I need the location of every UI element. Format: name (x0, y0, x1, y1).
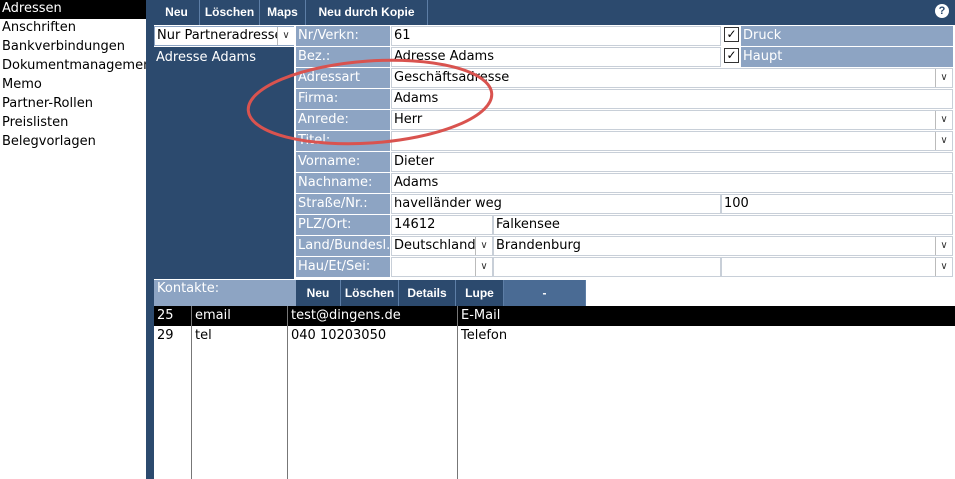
nav-item-dokumentmanagement[interactable]: Dokumentmanagement (0, 57, 156, 76)
chevron-down-icon[interactable]: ∨ (277, 27, 294, 45)
hau-et-sei-label: Hau/Et/Sei: (296, 257, 390, 277)
help-icon: ? (935, 4, 949, 18)
chevron-down-icon[interactable]: ∨ (935, 258, 952, 276)
contact-value: test@dingens.de (291, 308, 401, 323)
chevron-down-icon[interactable]: ∨ (475, 237, 492, 255)
contact-desc: E-Mail (461, 308, 501, 323)
haupt-label: Haupt (741, 47, 953, 67)
partner-filter-value: Nur Partneradresse (157, 28, 283, 43)
contacts-left-border (146, 280, 154, 479)
contact-type: email (195, 308, 231, 323)
loeschen-button[interactable]: Löschen (200, 0, 260, 25)
contact-id: 29 (157, 328, 174, 343)
contact-details-button[interactable]: Details (399, 280, 456, 306)
strasse-field[interactable]: havelländer weg (391, 194, 721, 214)
sei-select[interactable]: ∨ (721, 257, 953, 277)
list-item[interactable]: Adresse Adams (156, 50, 256, 65)
maps-button[interactable]: Maps (260, 0, 306, 25)
nav-item-bankverbindungen[interactable]: Bankverbindungen (0, 38, 146, 57)
nav-item-preislisten[interactable]: Preislisten (0, 114, 146, 133)
contact-value: 040 10203050 (291, 328, 387, 343)
nachname-label: Nachname: (296, 173, 390, 193)
highlight-circle (246, 58, 494, 146)
sidebar-nav: Adressen Anschriften Bankverbindungen Do… (0, 0, 156, 479)
druck-checkbox[interactable]: ✓ (724, 27, 739, 42)
plz-ort-label: PLZ/Ort: (296, 215, 390, 235)
nachname-field[interactable]: Adams (391, 173, 953, 193)
column-divider (287, 306, 288, 479)
bundesland-value: Brandenburg (496, 238, 581, 253)
plz-field[interactable]: 14612 (391, 215, 493, 235)
table-row[interactable]: 29 tel 040 10203050 Telefon (154, 326, 955, 346)
nav-item-partner-rollen[interactable]: Partner-Rollen (0, 95, 146, 114)
nr-verkn-field[interactable]: 61 (391, 26, 721, 46)
vorname-label: Vorname: (296, 152, 390, 172)
column-divider (457, 306, 458, 479)
land-bundesl-label: Land/Bundesl. (296, 236, 390, 256)
nav-item-adressen[interactable]: Adressen (0, 0, 146, 19)
checkmark-icon: ✓ (726, 27, 737, 41)
table-row[interactable]: 25 email test@dingens.de E-Mail (154, 306, 955, 326)
contact-type: tel (195, 328, 212, 343)
contact-desc: Telefon (461, 328, 508, 343)
land-value: Deutschland (394, 238, 476, 253)
contacts-table: 25 email test@dingens.de E-Mail 29 tel 0… (154, 306, 955, 479)
toolbar-spacer (428, 0, 928, 25)
contact-id: 25 (157, 308, 174, 323)
neu-button[interactable]: Neu (154, 0, 200, 25)
chevron-down-icon[interactable]: ∨ (935, 111, 952, 129)
contact-neu-button[interactable]: Neu (296, 280, 341, 306)
contacts-label: Kontakte: (154, 280, 296, 306)
chevron-down-icon[interactable]: ∨ (935, 69, 952, 87)
chevron-down-icon[interactable]: ∨ (935, 132, 952, 150)
druck-label: Druck (741, 26, 953, 46)
hausnr-field[interactable]: 100 (721, 194, 953, 214)
chevron-down-icon[interactable]: ∨ (475, 258, 492, 276)
contact-loeschen-button[interactable]: Löschen (341, 280, 399, 306)
ort-field[interactable]: Falkensee (493, 215, 953, 235)
help-button[interactable]: ? (928, 0, 955, 25)
haupt-checkbox[interactable]: ✓ (724, 48, 739, 63)
nav-item-memo[interactable]: Memo (0, 76, 146, 95)
checkmark-icon: ✓ (726, 48, 737, 62)
bundesland-select[interactable]: Brandenburg ∨ (493, 236, 953, 256)
vorname-field[interactable]: Dieter (391, 152, 953, 172)
nav-item-anschriften[interactable]: Anschriften (0, 19, 146, 38)
nr-verkn-label: Nr/Verkn: (296, 26, 390, 46)
chevron-down-icon[interactable]: ∨ (935, 237, 952, 255)
neu-durch-kopie-button[interactable]: Neu durch Kopie (306, 0, 428, 25)
contact-dash-button[interactable]: - (504, 280, 586, 306)
nav-item-belegvorlagen[interactable]: Belegvorlagen (0, 133, 146, 152)
et-field[interactable] (493, 257, 721, 277)
contact-lupe-button[interactable]: Lupe (456, 280, 504, 306)
column-divider (191, 306, 192, 479)
strasse-label: Straße/Nr.: (296, 194, 390, 214)
partner-filter-select[interactable]: Nur Partneradresse ∨ (154, 26, 294, 46)
hau-select[interactable]: ∨ (391, 257, 493, 277)
land-select[interactable]: Deutschland ∨ (391, 236, 493, 256)
